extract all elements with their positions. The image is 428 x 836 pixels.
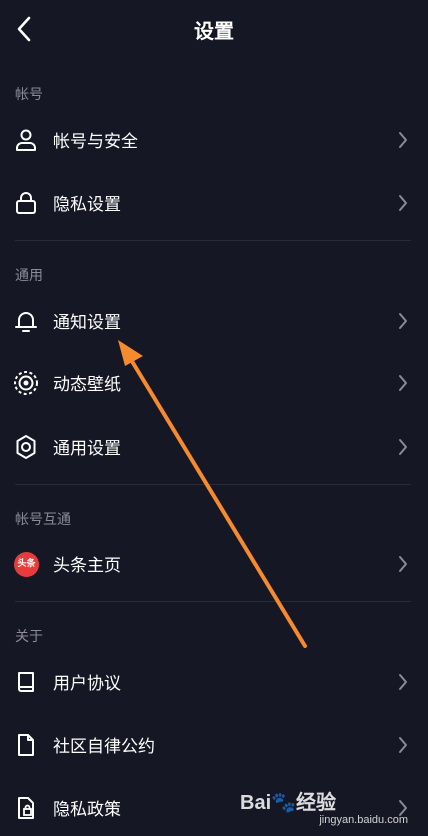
settings-item-label: 头条主页 — [53, 556, 121, 576]
settings-item-label: 隐私设置 — [53, 195, 121, 215]
settings-item-label: 通知设置 — [53, 313, 121, 333]
divider — [15, 240, 411, 241]
settings-item-label: 隐私政策 — [53, 800, 121, 820]
baidu-jingyan-watermark: Bai🐾经验 jingyan.baidu.com — [240, 784, 410, 833]
chevron-right-icon — [399, 375, 407, 391]
settings-item-toutiao-homepage[interactable]: 头条 头条主页 — [0, 536, 428, 592]
section-label-linked-accounts: 帐号互通 — [15, 512, 71, 528]
chevron-right-icon — [399, 737, 407, 753]
settings-item-label: 用户协议 — [53, 674, 121, 694]
settings-item-community-guidelines[interactable]: 社区自律公约 — [0, 717, 428, 773]
watermark-url: jingyan.baidu.com — [319, 814, 408, 826]
toutiao-icon: 头条 — [14, 552, 39, 577]
paw-icon: 🐾 — [271, 792, 297, 814]
chevron-right-icon — [399, 439, 407, 455]
bell-icon — [15, 312, 37, 332]
watermark-logo: Bai🐾经验 — [240, 792, 337, 814]
divider — [15, 484, 411, 485]
user-icon — [16, 129, 36, 151]
settings-item-general[interactable]: 通用设置 — [0, 419, 428, 475]
section-label-about: 关于 — [15, 629, 43, 645]
chevron-right-icon — [399, 556, 407, 572]
settings-item-label: 通用设置 — [53, 439, 121, 459]
chevron-right-icon — [399, 674, 407, 690]
settings-item-user-agreement[interactable]: 用户协议 — [0, 654, 428, 710]
settings-item-label: 动态壁纸 — [53, 375, 121, 395]
header-bar: 设置 — [0, 0, 428, 58]
chevron-right-icon — [399, 195, 407, 211]
gear-icon — [16, 435, 36, 459]
settings-item-account-security[interactable]: 帐号与安全 — [0, 112, 428, 168]
page-title: 设置 — [194, 19, 234, 43]
lock-icon — [16, 192, 36, 214]
settings-item-label: 社区自律公约 — [53, 737, 155, 757]
document-icon — [18, 734, 34, 756]
settings-item-label: 帐号与安全 — [53, 132, 138, 152]
chevron-right-icon — [399, 132, 407, 148]
section-label-general: 通用 — [15, 268, 43, 284]
divider — [15, 601, 411, 602]
settings-item-privacy[interactable]: 隐私设置 — [0, 175, 428, 231]
settings-item-notifications[interactable]: 通知设置 — [0, 293, 428, 349]
privacy-document-icon — [18, 797, 34, 819]
section-label-account: 帐号 — [15, 87, 43, 103]
wallpaper-icon — [14, 371, 38, 395]
book-icon — [18, 672, 34, 692]
chevron-right-icon — [399, 313, 407, 329]
settings-item-live-wallpaper[interactable]: 动态壁纸 — [0, 355, 428, 411]
